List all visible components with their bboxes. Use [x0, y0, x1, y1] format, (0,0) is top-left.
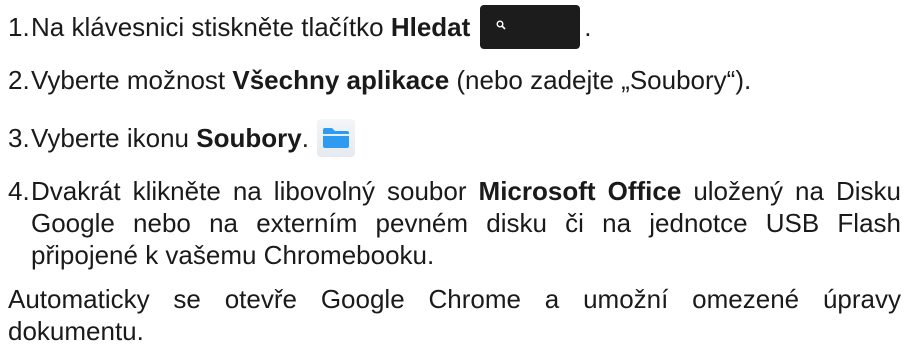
- step-text: Dvakrát klikněte na libovolný soubor Mic…: [31, 175, 901, 271]
- search-key-icon: [480, 5, 581, 49]
- step-3: 3. Vyberte ikonu Soubory.: [8, 119, 901, 157]
- step-text-after: .: [301, 123, 309, 153]
- step-text-before: Na klávesnici stiskněte tlačítko: [31, 12, 391, 42]
- step-number: 4.: [8, 176, 30, 206]
- step-text: Vyberte ikonu Soubory.: [31, 122, 309, 154]
- instructions-document: 1. Na klávesnici stiskněte tlačítko Hled…: [0, 0, 915, 352]
- step-text-after: .: [584, 12, 592, 42]
- step-1: 1. Na klávesnici stiskněte tlačítko Hled…: [8, 5, 901, 49]
- all-apps-label: Všechny aplikace: [232, 65, 450, 95]
- microsoft-office-label: Microsoft Office: [478, 176, 682, 206]
- step-number: 2.: [8, 65, 30, 95]
- closing-paragraph: Automaticky se otevře Google Chrome a um…: [8, 284, 901, 346]
- search-key-label: Hledat: [390, 12, 471, 42]
- step-text-before: Vyberte možnost: [31, 65, 233, 95]
- step-text-after: (nebo zadejte „Soubory“).: [449, 65, 752, 95]
- step-2: 2. Vyberte možnost Všechny aplikace (neb…: [8, 64, 901, 96]
- step-number: 3.: [8, 123, 30, 153]
- step-number: 1.: [8, 12, 30, 42]
- files-label: Soubory: [196, 123, 302, 153]
- step-4: 4. Dvakrát klikněte na libovolný soubor …: [8, 175, 901, 271]
- step-text: Na klávesnici stiskněte tlačítko Hledat: [31, 11, 470, 43]
- step-text: Vyberte možnost Všechny aplikace (nebo z…: [31, 64, 751, 96]
- step-text-before: Vyberte ikonu: [31, 123, 197, 153]
- step-text-before: Dvakrát klikněte na libovolný soubor: [31, 176, 479, 206]
- files-app-icon: [316, 119, 355, 157]
